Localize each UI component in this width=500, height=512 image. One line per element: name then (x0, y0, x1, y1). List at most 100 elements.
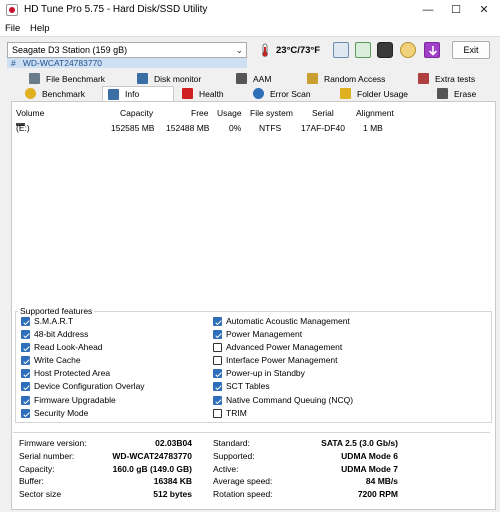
tab-random-access[interactable]: Random Access (302, 72, 402, 86)
close-button[interactable]: ✕ (470, 0, 498, 20)
checkbox-icon (213, 369, 222, 378)
alignment-cell: 1 MB (363, 123, 383, 133)
serial-row: # WD-WCAT24783770 (7, 58, 247, 68)
title-bar: HD Tune Pro 5.75 - Hard Disk/SSD Utility… (0, 0, 500, 20)
feature-label: 48-bit Address (34, 329, 89, 339)
feature-label: Device Configuration Overlay (34, 381, 145, 391)
filesystem-cell: NTFS (259, 123, 282, 133)
feature-label: Advanced Power Management (226, 342, 343, 352)
checkbox-icon (21, 343, 30, 352)
feature-label: Firmware Upgradable (34, 395, 116, 405)
standard-label: Standard: (213, 438, 250, 448)
feature-label: TRIM (226, 408, 247, 418)
feature-hpa[interactable]: Host Protected Area (21, 368, 110, 379)
feature-label: Security Mode (34, 408, 89, 418)
tab-label: File Benchmark (46, 74, 106, 84)
feature-apm[interactable]: Advanced Power Management (213, 342, 342, 353)
maximize-button[interactable]: ☐ (442, 0, 470, 20)
thermometer-icon (262, 43, 268, 57)
serial-number-label: Serial number: (19, 451, 75, 461)
volume-table-header: Volume Capacity Free Usage File system S… (13, 108, 487, 120)
checkbox-icon (213, 396, 222, 405)
feature-firmware-upgradable[interactable]: Firmware Upgradable (21, 395, 116, 406)
feature-trim[interactable]: TRIM (213, 408, 247, 419)
feature-read-look-ahead[interactable]: Read Look-Ahead (21, 342, 103, 353)
tab-erase[interactable]: Erase (432, 87, 492, 101)
checkbox-icon (213, 343, 222, 352)
checkbox-icon (21, 369, 30, 378)
drive-dropdown[interactable]: Seagate D3 Station (159 gB) ⌄ (7, 42, 247, 58)
serial-value: WD-WCAT24783770 (22, 58, 103, 68)
capacity-cell: 152585 MB (111, 123, 155, 133)
tab-label: Info (125, 89, 140, 99)
feature-ipm[interactable]: Interface Power Management (213, 355, 338, 366)
rotation-speed-label: Rotation speed: (213, 489, 273, 499)
buffer-value: 16384 KB (153, 476, 192, 486)
tab-benchmark[interactable]: Benchmark (20, 87, 100, 101)
tab-disk-monitor[interactable]: Disk monitor (132, 72, 222, 86)
feature-power-management[interactable]: Power Management (213, 329, 302, 340)
copy-info-icon[interactable] (333, 42, 349, 58)
serial-number-value: WD-WCAT24783770 (112, 451, 192, 461)
capacity-value: 160.0 gB (149.0 GB) (112, 464, 192, 474)
firmware-label: Firmware version: (19, 438, 87, 448)
tab-label: Benchmark (42, 89, 85, 99)
feature-ncq[interactable]: Native Command Queuing (NCQ) (213, 395, 353, 406)
feature-aam[interactable]: Automatic Acoustic Management (213, 316, 350, 327)
checkbox-icon (21, 356, 30, 365)
supported-label: Supported: (213, 451, 255, 461)
feature-power-up-standby[interactable]: Power-up in Standby (213, 368, 305, 379)
menu-help[interactable]: Help (30, 23, 50, 34)
download-icon[interactable] (424, 42, 440, 58)
feature-write-cache[interactable]: Write Cache (21, 355, 81, 366)
feature-sct-tables[interactable]: SCT Tables (213, 381, 270, 392)
camera-icon[interactable] (377, 42, 393, 58)
app-icon (6, 4, 18, 16)
sector-size-value: 512 bytes (153, 489, 192, 499)
col-usage: Usage (217, 108, 242, 118)
tab-health[interactable]: Health (177, 87, 247, 101)
feature-label: Power-up in Standby (226, 368, 305, 378)
window-title: HD Tune Pro 5.75 - Hard Disk/SSD Utility (24, 4, 208, 15)
average-speed-label: Average speed: (213, 476, 273, 486)
tab-file-benchmark[interactable]: File Benchmark (24, 72, 124, 86)
menu-bar: File Help (0, 20, 500, 37)
feature-dco[interactable]: Device Configuration Overlay (21, 381, 145, 392)
feature-label: Power Management (226, 329, 303, 339)
feature-smart[interactable]: S.M.A.R.T (21, 316, 73, 327)
feature-label: Native Command Queuing (NCQ) (226, 395, 354, 405)
magnifier-icon (253, 88, 264, 99)
col-volume: Volume (16, 108, 45, 118)
active-label: Active: (213, 464, 239, 474)
tab-info[interactable]: Info (102, 86, 174, 102)
tab-label: Erase (454, 89, 477, 99)
tab-label: AAM (253, 74, 272, 84)
feature-label: SCT Tables (226, 381, 270, 391)
exit-button[interactable]: Exit (452, 41, 490, 59)
feature-security-mode[interactable]: Security Mode (21, 408, 88, 419)
tab-extra-tests[interactable]: Extra tests (413, 72, 493, 86)
supported-features-title: Supported features (18, 306, 95, 316)
supported-value: UDMA Mode 6 (341, 451, 398, 461)
tab-label: Error Scan (270, 89, 311, 99)
checkbox-icon (21, 317, 30, 326)
checkbox-icon (213, 409, 222, 418)
options-icon[interactable] (400, 42, 416, 58)
active-value: UDMA Mode 7 (341, 464, 398, 474)
disk-monitor-icon (137, 73, 148, 84)
tab-folder-usage[interactable]: Folder Usage (335, 87, 420, 101)
menu-file[interactable]: File (5, 23, 20, 34)
col-free: Free (191, 108, 209, 118)
col-alignment: Alignment (356, 108, 394, 118)
info-icon (108, 89, 119, 100)
extra-tests-icon (418, 73, 429, 84)
feature-48bit[interactable]: 48-bit Address (21, 329, 88, 340)
tab-error-scan[interactable]: Error Scan (248, 87, 328, 101)
serial-cell: 17AF-DF40 (301, 123, 345, 133)
tab-aam[interactable]: AAM (231, 72, 301, 86)
tab-label: Health (199, 89, 224, 99)
serial-prefix: # (11, 58, 16, 68)
minimize-button[interactable]: — (414, 0, 442, 20)
copy-all-icon[interactable] (355, 42, 371, 58)
table-row[interactable]: (E:) 152585 MB 152488 MB 0% NTFS 17AF-DF… (13, 123, 487, 135)
